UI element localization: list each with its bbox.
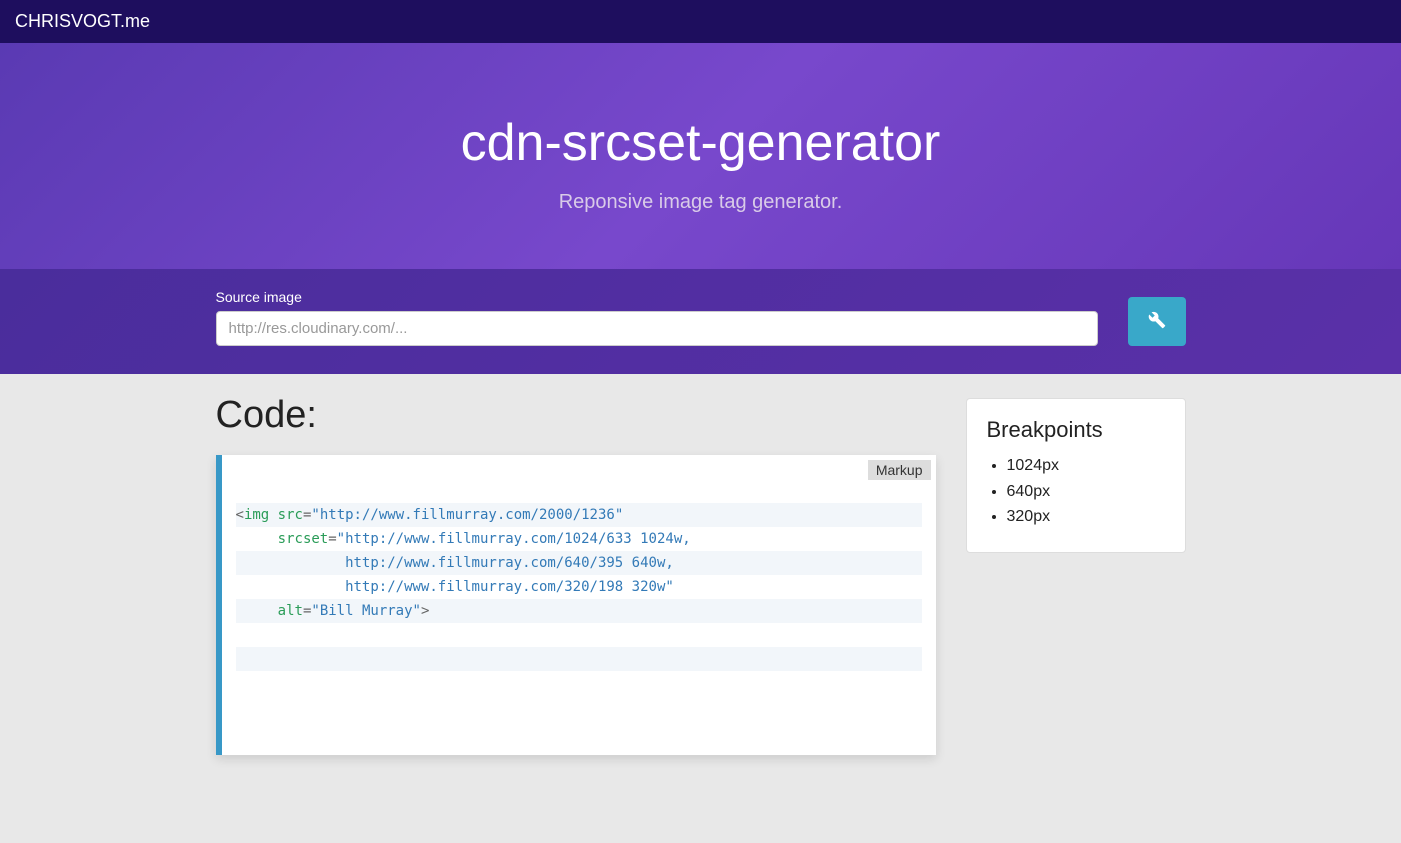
breakpoints-heading: Breakpoints [987,417,1165,443]
breakpoint-item: 320px [1007,504,1165,530]
form-band: Source image [0,269,1401,374]
source-image-input[interactable] [216,311,1098,346]
code-heading: Code: [216,394,936,437]
breakpoints-list: 1024px640px320px [987,453,1165,530]
main-column: Code: Markup <img src="http://www.fillmu… [216,394,936,755]
code-language-badge: Markup [868,460,931,480]
code-body: <img src="http://www.fillmurray.com/2000… [222,455,936,755]
generate-button[interactable] [1128,297,1186,346]
navbar: CHRISVOGT.me [0,0,1401,43]
tools-icon [1148,311,1166,332]
breakpoint-item: 640px [1007,479,1165,505]
brand-link[interactable]: CHRISVOGT.me [15,11,150,31]
content: Code: Markup <img src="http://www.fillmu… [0,374,1401,775]
breakpoint-item: 1024px [1007,453,1165,479]
page-subtitle: Reponsive image tag generator. [0,191,1401,214]
hero: cdn-srcset-generator Reponsive image tag… [0,43,1401,269]
code-panel: Markup <img src="http://www.fillmurray.c… [216,455,936,755]
page-title: cdn-srcset-generator [0,113,1401,173]
source-image-label: Source image [216,289,1098,305]
breakpoints-panel: Breakpoints 1024px640px320px [966,398,1186,553]
